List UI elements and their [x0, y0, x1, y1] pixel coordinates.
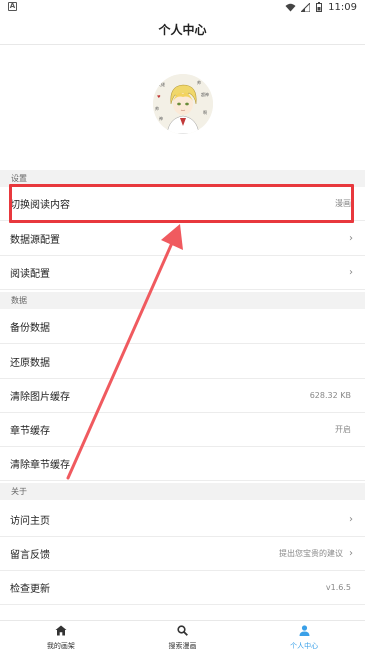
avatar[interactable]: 大佬 帅 ♥ 超神 帅 啊 神	[153, 74, 213, 134]
title-divider	[0, 44, 365, 45]
row-label: 数据源配置	[10, 235, 60, 246]
section-header-about: 关于	[0, 483, 365, 500]
notification-badge: A	[8, 2, 17, 11]
chapter-cache-row[interactable]: 章节缓存 开启	[0, 413, 365, 447]
tab-label: 我的画架	[46, 641, 75, 650]
row-value: v1.6.5	[325, 583, 351, 592]
chevron-right-icon: ›	[349, 514, 353, 525]
svg-text:帅: 帅	[197, 79, 201, 85]
section-header-settings: 设置	[0, 170, 365, 187]
tab-label: 个人中心	[290, 641, 319, 650]
svg-text:啊: 啊	[203, 110, 207, 115]
clear-chapter-cache-row[interactable]: 清除章节缓存	[0, 447, 365, 481]
battery-icon	[316, 2, 323, 12]
check-update-row[interactable]: 检查更新 v1.6.5	[0, 571, 365, 605]
tab-bookshelf[interactable]: 我的画架	[0, 621, 122, 650]
restore-data-row[interactable]: 还原数据	[0, 345, 365, 379]
row-label: 清除章节缓存	[10, 460, 70, 471]
signal-icon	[301, 2, 311, 12]
person-icon	[299, 621, 310, 640]
svg-text:超神: 超神	[201, 91, 209, 97]
tab-search-comics[interactable]: 搜索漫画	[122, 621, 244, 650]
row-value: 提出您宝贵的建议	[279, 549, 343, 558]
clock: 11:09	[328, 1, 357, 13]
bottom-tab-bar: 我的画架 搜索漫画 个人中心	[0, 620, 365, 650]
home-icon	[55, 621, 67, 640]
svg-text:大佬: 大佬	[157, 81, 165, 87]
tab-profile[interactable]: 个人中心	[243, 621, 365, 650]
svg-text:神: 神	[159, 115, 163, 121]
status-bar: A 11:09	[0, 0, 365, 14]
row-label: 访问主页	[10, 516, 50, 527]
chevron-right-icon: ›	[349, 233, 353, 244]
data-source-config-row[interactable]: 数据源配置 ›	[0, 222, 365, 256]
visit-homepage-row[interactable]: 访问主页 ›	[0, 503, 365, 537]
wifi-icon	[285, 3, 296, 12]
row-label: 切换阅读内容	[10, 200, 70, 211]
status-icons: 11:09	[285, 0, 357, 14]
svg-text:帅: 帅	[155, 105, 159, 111]
page-title: 个人中心	[158, 23, 207, 37]
row-value: 628.32 KB	[309, 391, 351, 400]
search-icon	[177, 621, 188, 640]
chevron-right-icon: ›	[349, 267, 353, 278]
row-label: 清除图片缓存	[10, 392, 70, 403]
svg-text:♥: ♥	[157, 94, 161, 99]
clear-image-cache-row[interactable]: 清除图片缓存 628.32 KB	[0, 379, 365, 413]
backup-data-row[interactable]: 备份数据	[0, 310, 365, 344]
row-label: 还原数据	[10, 358, 50, 369]
tab-label: 搜索漫画	[168, 641, 197, 650]
row-label: 章节缓存	[10, 426, 50, 437]
row-label: 检查更新	[10, 584, 50, 595]
row-label: 阅读配置	[10, 269, 50, 280]
reading-config-row[interactable]: 阅读配置 ›	[0, 256, 365, 290]
row-value: 漫画	[335, 199, 351, 208]
row-label: 留言反馈	[10, 550, 50, 561]
chevron-right-icon: ›	[349, 548, 353, 559]
row-value: 开启	[335, 425, 351, 434]
row-label: 备份数据	[10, 323, 50, 334]
section-header-data: 数据	[0, 292, 365, 309]
switch-reading-content-row[interactable]: 切换阅读内容 漫画	[0, 187, 365, 221]
feedback-row[interactable]: 留言反馈 提出您宝贵的建议 ›	[0, 537, 365, 571]
